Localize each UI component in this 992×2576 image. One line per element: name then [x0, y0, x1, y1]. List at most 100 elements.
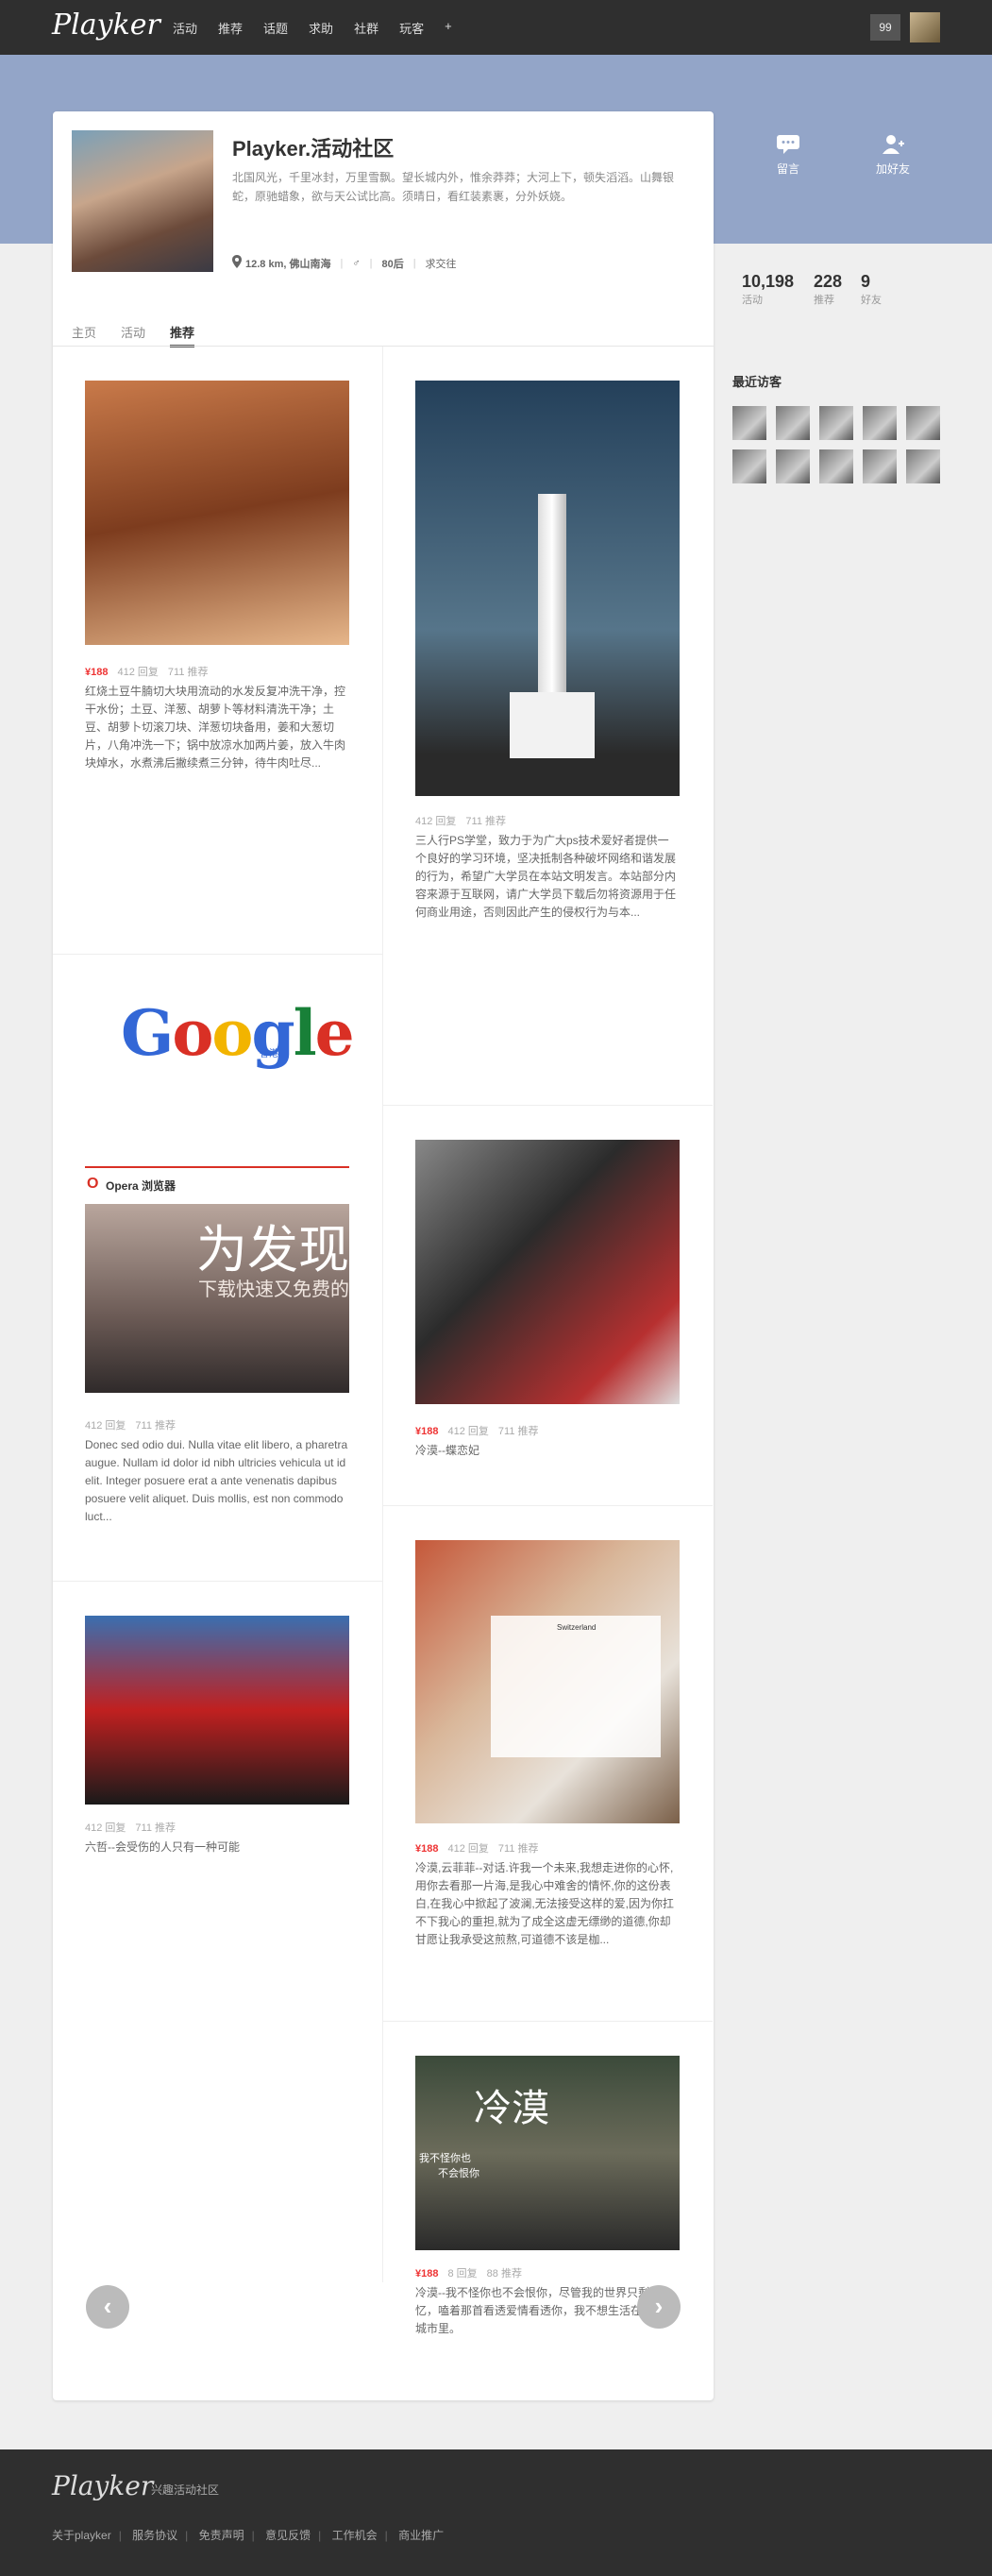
- footer-link-disclaimer[interactable]: 免责声明: [199, 2529, 244, 2542]
- footer-link-about[interactable]: 关于playker: [52, 2529, 111, 2542]
- post-replies[interactable]: 412 回复: [447, 1426, 488, 1437]
- nav-item-help[interactable]: 求助: [309, 19, 333, 37]
- post-replies[interactable]: 412 回复: [415, 816, 456, 827]
- post-text[interactable]: 冷漠--蝶恋妃: [415, 1442, 680, 1460]
- stat-value: 9: [861, 272, 871, 291]
- visitor-avatar[interactable]: [732, 449, 766, 483]
- post-replies[interactable]: 8 回复: [447, 2268, 477, 2279]
- nav-item-topics[interactable]: 话题: [263, 19, 288, 37]
- tab-recommend[interactable]: 推荐: [170, 323, 195, 347]
- user-avatar[interactable]: [910, 12, 940, 42]
- lighthouse-base: [510, 692, 595, 758]
- prev-page-button[interactable]: ‹: [86, 2285, 129, 2329]
- post-card[interactable]: Google 香港 O Opera 浏览器 为发现 下载快速又免费的 412 回…: [53, 955, 382, 1582]
- post-replies[interactable]: 412 回复: [447, 1843, 488, 1855]
- profile-meta: 12.8 km, 佛山南海 | ♂ | 80后 | 求交往: [232, 255, 457, 271]
- post-text[interactable]: 六哲--会受伤的人只有一种可能: [85, 1839, 349, 1856]
- post-recommends[interactable]: 711 推荐: [498, 1426, 539, 1437]
- divider: |: [369, 257, 373, 269]
- post-card[interactable]: ¥188 412 回复 711 推荐 冷漠--蝶恋妃: [383, 1106, 713, 1506]
- post-recommends[interactable]: 711 推荐: [168, 667, 209, 678]
- main-nav: 活动 推荐 话题 求助 社群 玩客 +: [173, 19, 473, 37]
- post-stats: ¥188 412 回复 711 推荐: [85, 664, 218, 679]
- tab-home[interactable]: 主页: [72, 323, 96, 347]
- stat-recommends[interactable]: 228 推荐: [814, 272, 842, 307]
- post-card[interactable]: 412 回复 711 推荐 三人行PS学堂，致力于为广大ps技术爱好者提供一个良好…: [383, 347, 713, 1106]
- top-bar: Playker 活动 推荐 话题 求助 社群 玩客 + 99: [0, 0, 992, 55]
- post-price: ¥188: [85, 667, 109, 678]
- footer-link-jobs[interactable]: 工作机会: [332, 2529, 378, 2542]
- profile-photo[interactable]: [72, 130, 213, 272]
- location-pin-icon: [232, 255, 242, 271]
- site-logo[interactable]: Playker: [52, 8, 160, 42]
- post-text[interactable]: 三人行PS学堂，致力于为广大ps技术爱好者提供一个良好的学习环境，坚决抵制各种破…: [415, 832, 680, 922]
- footer-link-feedback[interactable]: 意见反馈: [265, 2529, 311, 2542]
- post-card[interactable]: ¥188 412 回复 711 推荐 红烧土豆牛腩切大块用流动的水发反复冲洗干净，控…: [53, 347, 382, 955]
- profile-status: 求交往: [425, 258, 457, 270]
- profile-description: 北国风光，千里冰封，万里雪飘。望长城内外，惟余莽莽；大河上下，顿失滔滔。山舞银蛇…: [232, 171, 675, 203]
- visitor-avatar[interactable]: [863, 406, 897, 440]
- message-label: 留言: [776, 162, 799, 176]
- post-image[interactable]: Switzerland: [415, 1540, 680, 1823]
- nav-item-activity[interactable]: 活动: [173, 19, 197, 37]
- profile-age: 80后: [381, 258, 404, 270]
- post-recommends[interactable]: 711 推荐: [135, 1420, 176, 1432]
- post-text[interactable]: Donec sed odio dui. Nulla vitae elit lib…: [85, 1436, 349, 1526]
- post-recommends[interactable]: 711 推荐: [498, 1843, 539, 1855]
- post-image[interactable]: [415, 381, 680, 796]
- recent-visitors-title: 最近访客: [732, 375, 782, 389]
- chat-bubble-icon: [776, 134, 800, 161]
- post-replies[interactable]: 412 回复: [117, 667, 158, 678]
- nav-item-players[interactable]: 玩客: [399, 19, 424, 37]
- stat-friends[interactable]: 9 好友: [861, 272, 882, 307]
- footer-logo[interactable]: Playker: [52, 2470, 153, 2501]
- visitor-avatar[interactable]: [863, 449, 897, 483]
- post-price: ¥188: [415, 1426, 439, 1437]
- profile-distance: 12.8 km, 佛山南海: [245, 258, 331, 270]
- divider: |: [412, 257, 416, 269]
- visitor-avatar[interactable]: [819, 449, 853, 483]
- visitor-avatar[interactable]: [906, 449, 940, 483]
- profile-card: Playker.活动社区 北国风光，千里冰封，万里雪飘。望长城内外，惟余莽莽；大…: [53, 111, 714, 2400]
- opera-bar: O Opera 浏览器: [85, 1166, 349, 1204]
- post-card[interactable]: Switzerland ¥188 412 回复 711 推荐 冷漠,云菲菲--对话.…: [383, 1506, 713, 2022]
- post-replies[interactable]: 412 回复: [85, 1822, 126, 1834]
- post-image[interactable]: Google 香港 O Opera 浏览器 为发现 下载快速又免费的: [85, 983, 355, 1427]
- add-friend-button[interactable]: 加好友: [876, 134, 910, 177]
- post-image[interactable]: [85, 1616, 349, 1805]
- post-recommends[interactable]: 711 推荐: [465, 816, 506, 827]
- tab-activities[interactable]: 活动: [121, 323, 145, 347]
- message-button[interactable]: 留言: [776, 134, 800, 177]
- notification-badge[interactable]: 99: [870, 14, 900, 41]
- arrow-left-icon: ‹: [103, 2292, 112, 2320]
- divider: |: [118, 2529, 122, 2542]
- stat-value: 10,198: [742, 272, 795, 291]
- footer-link-business[interactable]: 商业推广: [398, 2529, 444, 2542]
- post-text[interactable]: 冷漠,云菲菲--对话.许我一个未来,我想走进你的心怀,用你去看那一片海,是我心中…: [415, 1859, 680, 1949]
- divider: |: [318, 2529, 322, 2542]
- post-recommends[interactable]: 711 推荐: [135, 1822, 176, 1834]
- nav-item-more[interactable]: +: [445, 19, 452, 37]
- gender-icon: ♂: [352, 257, 361, 269]
- nav-item-recommend[interactable]: 推荐: [218, 19, 243, 37]
- post-image[interactable]: 冷漠 我不怪你也 不会恨你: [415, 2056, 680, 2250]
- next-page-button[interactable]: ›: [637, 2285, 681, 2329]
- stat-value: 228: [814, 272, 843, 291]
- visitor-avatar[interactable]: [776, 449, 810, 483]
- post-recommends[interactable]: 88 推荐: [487, 2268, 522, 2279]
- google-logo: Google: [121, 996, 355, 1070]
- stat-activities[interactable]: 10,198 活动: [742, 272, 794, 307]
- visitor-avatar[interactable]: [819, 406, 853, 440]
- visitor-avatar[interactable]: [776, 406, 810, 440]
- post-image[interactable]: [85, 381, 349, 645]
- visitor-avatar[interactable]: [906, 406, 940, 440]
- recent-visitors-list: [732, 406, 950, 483]
- post-image[interactable]: [415, 1140, 680, 1404]
- footer-link-terms[interactable]: 服务协议: [132, 2529, 177, 2542]
- divider: |: [340, 257, 344, 269]
- post-text[interactable]: 红烧土豆牛腩切大块用流动的水发反复冲洗干净，控干水份；土豆、洋葱、胡萝卜等材料清…: [85, 683, 349, 772]
- visitor-avatar[interactable]: [732, 406, 766, 440]
- post-replies[interactable]: 412 回复: [85, 1420, 126, 1432]
- nav-item-community[interactable]: 社群: [354, 19, 378, 37]
- footer-links: 关于playker | 服务协议 | 免责声明 | 意见反馈 | 工作机会 | 商业推广: [52, 2527, 451, 2543]
